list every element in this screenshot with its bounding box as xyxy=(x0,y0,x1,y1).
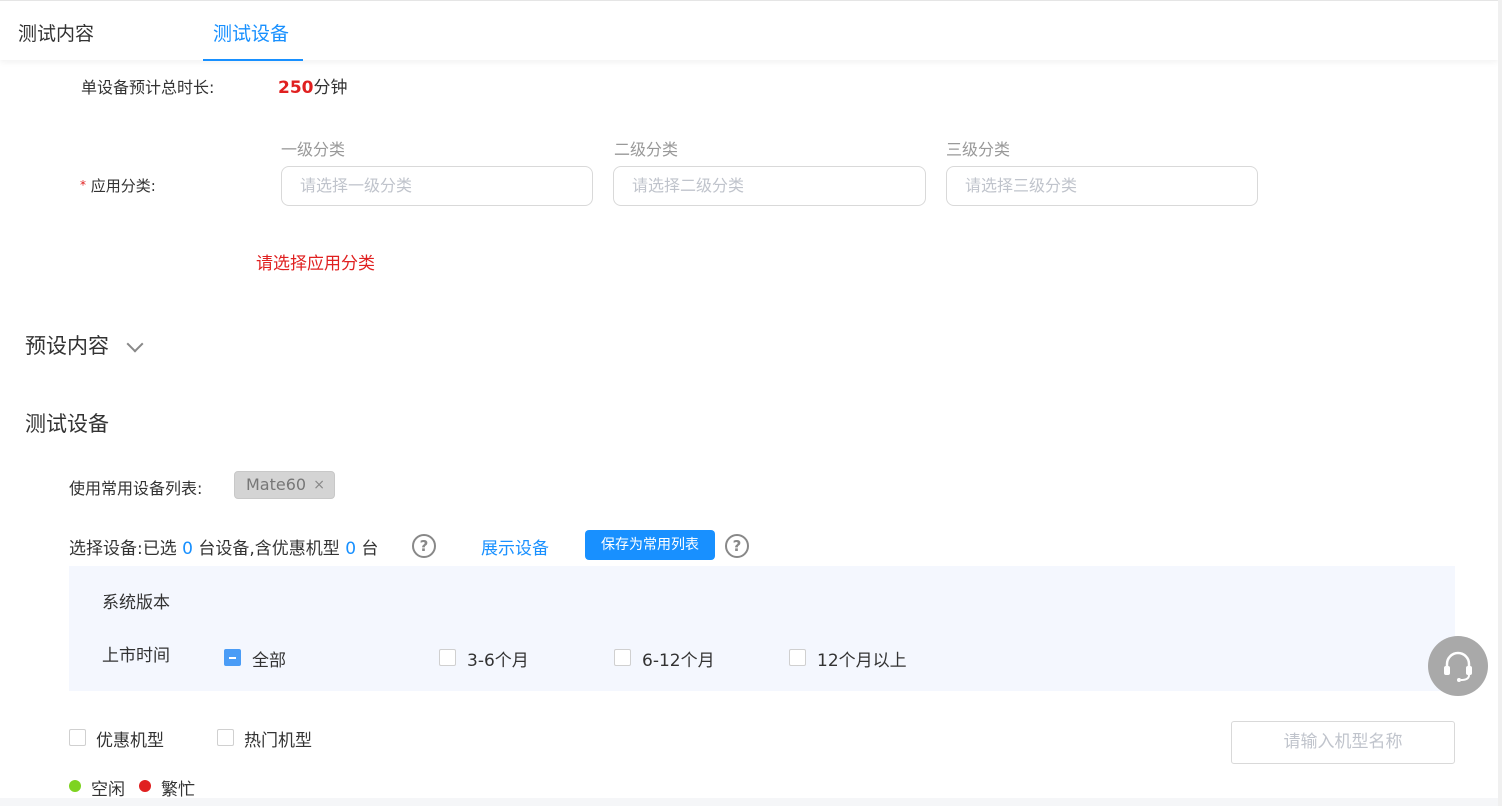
release-all-checkbox[interactable] xyxy=(224,649,241,666)
release-12-plus-label[interactable]: 12个月以上 xyxy=(817,646,907,671)
release-12-plus-checkbox[interactable] xyxy=(789,649,806,666)
help-icon[interactable]: ? xyxy=(725,534,749,558)
app-category-label-text: 应用分类: xyxy=(90,177,156,195)
category-level2-select[interactable]: 请选择二级分类 xyxy=(613,166,926,206)
release-all-label[interactable]: 全部 xyxy=(252,646,286,671)
idle-status-dot xyxy=(69,780,81,792)
category-level2-label: 二级分类 xyxy=(614,140,679,159)
release-time-label: 上市时间 xyxy=(102,646,170,666)
close-icon[interactable]: × xyxy=(313,472,325,498)
headset-icon xyxy=(1444,651,1472,682)
select-suffix: 台 xyxy=(361,539,379,559)
required-mark: * xyxy=(80,178,86,192)
release-6-12-label[interactable]: 6-12个月 xyxy=(642,646,715,671)
release-6-12-checkbox[interactable] xyxy=(614,649,631,666)
select-middle: 台设备,含优惠机型 xyxy=(198,539,340,559)
scrollbar[interactable] xyxy=(1498,0,1502,806)
category-level3-select[interactable]: 请选择三级分类 xyxy=(946,166,1258,206)
busy-status-dot xyxy=(139,780,151,792)
common-list-tag[interactable]: Mate60 × xyxy=(234,471,335,499)
tab-bar: 测试内容 测试设备 xyxy=(0,0,1498,61)
chevron-down-icon[interactable] xyxy=(126,335,144,353)
show-devices-link[interactable]: 展示设备 xyxy=(481,534,549,559)
selected-count: 0 xyxy=(182,539,193,559)
duration-number: 250 xyxy=(278,78,314,98)
discount-count: 0 xyxy=(345,539,357,559)
busy-legend-label: 繁忙 xyxy=(161,780,195,800)
device-section-title: 测试设备 xyxy=(25,412,109,436)
common-list-label: 使用常用设备列表: xyxy=(69,479,203,498)
device-filter-panel: 系统版本 上市时间 全部 3-6个月 6-12个月 12个月以上 xyxy=(69,566,1455,691)
help-icon[interactable]: ? xyxy=(412,534,436,558)
duration-label: 单设备预计总时长: xyxy=(81,78,215,97)
duration-unit: 分钟 xyxy=(313,78,348,98)
model-search-input[interactable]: 请输入机型名称 xyxy=(1231,721,1455,764)
discount-model-checkbox[interactable] xyxy=(69,729,86,746)
release-3-6-label[interactable]: 3-6个月 xyxy=(467,646,529,671)
hot-model-checkbox[interactable] xyxy=(217,729,234,746)
discount-model-label[interactable]: 优惠机型 xyxy=(96,726,164,751)
category-level3-label: 三级分类 xyxy=(946,140,1011,159)
idle-legend-label: 空闲 xyxy=(91,780,125,800)
tab-test-devices[interactable]: 测试设备 xyxy=(213,19,289,46)
os-version-label: 系统版本 xyxy=(102,593,170,613)
page: 测试内容 测试设备 单设备预计总时长: 250分钟 一级分类 二级分类 三级分类… xyxy=(0,0,1498,800)
category-level1-select[interactable]: 请选择一级分类 xyxy=(281,166,593,206)
save-common-list-button[interactable]: 保存为常用列表 xyxy=(585,530,715,560)
category-error-message: 请选择应用分类 xyxy=(256,254,375,274)
tab-test-content[interactable]: 测试内容 xyxy=(18,19,94,46)
active-tab-indicator xyxy=(203,59,303,61)
select-prefix: 选择设备:已选 xyxy=(69,539,177,559)
hot-model-label[interactable]: 热门机型 xyxy=(244,726,312,751)
app-category-label: * 应用分类: xyxy=(80,175,156,196)
release-3-6-checkbox[interactable] xyxy=(439,649,456,666)
customer-service-button[interactable] xyxy=(1428,636,1488,696)
common-list-tag-text: Mate60 xyxy=(246,475,307,494)
duration-value: 250分钟 xyxy=(278,73,348,98)
category-level1-label: 一级分类 xyxy=(281,140,346,159)
selected-devices-summary: 选择设备:已选 0 台设备,含优惠机型 0 台 xyxy=(69,534,378,559)
preset-section-title[interactable]: 预设内容 xyxy=(25,330,109,360)
